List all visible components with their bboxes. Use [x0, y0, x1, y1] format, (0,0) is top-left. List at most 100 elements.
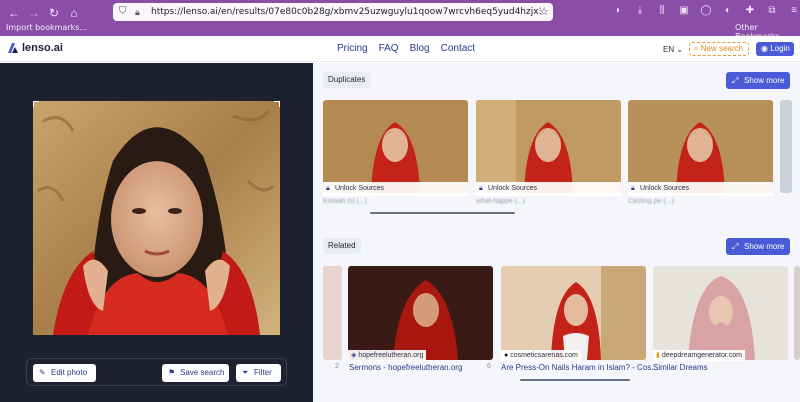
- related-thumb-partial-right[interactable]: [794, 266, 800, 360]
- duplicate-title-1: Kiswah Isl (...): [323, 198, 367, 205]
- nav-contact[interactable]: Contact: [441, 43, 475, 54]
- related-source-label-3: deepdreamgenerator.com: [661, 352, 742, 359]
- edit-photo-button[interactable]: ✎ Edit photo: [33, 364, 96, 382]
- duplicates-show-more-button[interactable]: ⤢ Show more: [726, 72, 790, 89]
- edit-photo-label: Edit photo: [51, 368, 88, 377]
- unlock-label-3: Unlock Sources: [640, 185, 690, 192]
- filter-icon: ⏷: [242, 368, 249, 377]
- lock-icon[interactable]: 🔒︎: [135, 6, 147, 18]
- lock-icon: 🔒︎: [479, 185, 483, 192]
- shield-icon[interactable]: ⛉: [119, 6, 131, 18]
- duplicates-label: Duplicates: [323, 72, 371, 88]
- bookmark-icon: ⚑: [168, 368, 176, 377]
- unlock-label-1: Unlock Sources: [335, 185, 385, 192]
- duplicate-image-1: [323, 100, 468, 193]
- related-title-3[interactable]: Similar Dreams: [653, 363, 708, 372]
- duplicate-image-2: [476, 100, 621, 193]
- login-label: Login: [770, 44, 790, 53]
- expand-icon: ⤢: [732, 242, 739, 251]
- duplicate-image-3: [628, 100, 773, 193]
- related-source-label-1: hopefreelutheran.org: [358, 352, 424, 359]
- lock-icon: 🔒︎: [631, 185, 635, 192]
- duplicates-scrollbar[interactable]: [370, 212, 515, 214]
- related-title-1[interactable]: Sermons - hopefreelutheran.org: [349, 363, 462, 372]
- search-icon: ⌕: [694, 44, 699, 53]
- related-show-more-button[interactable]: ⤢ Show more: [726, 238, 790, 255]
- related-source-2[interactable]: ● cosmeticsarenas.com: [501, 350, 581, 361]
- unlock-sources-3[interactable]: 🔒︎ Unlock Sources: [628, 182, 773, 196]
- related-source-3[interactable]: ▮ deepdreamgenerator.com: [653, 350, 745, 361]
- url-text[interactable]: https://lenso.ai/en/results/07e80c0b28g/…: [151, 7, 541, 17]
- site-favicon: ●: [504, 352, 509, 359]
- language-select[interactable]: EN ⌄: [663, 45, 683, 54]
- reload-icon[interactable]: ↻: [46, 5, 62, 21]
- duplicate-thumb-2[interactable]: [476, 100, 621, 193]
- logo-text: lenso.ai: [22, 42, 63, 54]
- related-scrollbar[interactable]: [520, 379, 630, 381]
- sidebar-icon[interactable]: ▣: [678, 5, 690, 17]
- account-icon[interactable]: ◯: [700, 5, 712, 17]
- filter-label: Filter: [254, 368, 272, 377]
- forward-icon[interactable]: →: [26, 5, 42, 21]
- browser-toolbar: ← → ↻ ⌂ ⛉ 🔒︎ https://lenso.ai/en/results…: [0, 0, 800, 41]
- related-image-1: [348, 266, 493, 360]
- query-image[interactable]: [33, 101, 280, 335]
- bookmark-star-icon[interactable]: ☆: [539, 5, 549, 18]
- nav-pricing[interactable]: Pricing: [337, 43, 368, 54]
- related-image-3: [653, 266, 788, 360]
- login-button[interactable]: ◉ Login: [756, 42, 794, 56]
- home-icon[interactable]: ⌂: [66, 5, 82, 21]
- related-image-2: [501, 266, 646, 360]
- import-bookmarks-link[interactable]: Import bookmarks...: [6, 23, 87, 32]
- expand-icon: ⤢: [732, 76, 739, 85]
- lenso-logo-icon: [8, 43, 18, 53]
- duplicate-thumb-partial[interactable]: [780, 100, 792, 193]
- related-label: Related: [323, 238, 361, 254]
- screenshot-icon[interactable]: ⧉: [766, 5, 778, 17]
- related-show-more-label: Show more: [744, 242, 785, 251]
- related-title-2[interactable]: Are Press-On Nails Haram in Islam? - Cos…: [501, 363, 658, 372]
- lock-icon: 🔒︎: [326, 185, 330, 192]
- unlock-sources-1[interactable]: 🔒︎ Unlock Sources: [323, 182, 468, 196]
- nav-blog[interactable]: Blog: [410, 43, 430, 54]
- new-search-button[interactable]: ⌕ New search: [689, 42, 749, 56]
- library-icon[interactable]: ⫼: [656, 5, 668, 17]
- extensions-puzzle-icon[interactable]: ✚: [744, 5, 756, 17]
- site-favicon: ▮: [656, 352, 660, 359]
- extension-icon[interactable]: ◐: [722, 5, 734, 17]
- related-count-2: 6: [487, 363, 491, 370]
- related-thumb-1[interactable]: [348, 266, 493, 360]
- save-search-label: Save search: [180, 368, 225, 377]
- unlock-sources-2[interactable]: 🔒︎ Unlock Sources: [476, 182, 621, 196]
- related-thumb-3[interactable]: [653, 266, 788, 360]
- show-more-label: Show more: [744, 76, 785, 85]
- filter-button[interactable]: ⏷ Filter: [236, 364, 281, 382]
- logo[interactable]: lenso.ai: [8, 42, 63, 54]
- download-icon[interactable]: ⤓: [634, 5, 646, 17]
- related-count-partial: 2: [335, 363, 339, 370]
- unlock-label-2: Unlock Sources: [488, 185, 538, 192]
- duplicate-thumb-3[interactable]: [628, 100, 773, 193]
- related-source-1[interactable]: ◈ hopefreelutheran.org: [348, 350, 427, 361]
- related-source-label-2: cosmeticsarenas.com: [510, 352, 578, 359]
- user-icon: ◉: [761, 44, 768, 53]
- site-header: lenso.ai Pricing FAQ Blog Contact EN ⌄: [0, 36, 800, 62]
- duplicate-thumb-1[interactable]: [323, 100, 468, 193]
- related-thumb-partial[interactable]: [323, 266, 342, 360]
- crop-corner-tr[interactable]: [274, 101, 280, 107]
- back-icon[interactable]: ←: [6, 5, 22, 21]
- site-favicon: ◈: [351, 352, 357, 359]
- crop-corner-tl[interactable]: [33, 101, 39, 107]
- menu-icon[interactable]: ≡: [788, 5, 800, 17]
- language-value: EN: [663, 45, 675, 54]
- top-nav: Pricing FAQ Blog Contact: [337, 43, 475, 54]
- save-search-button[interactable]: ⚑ Save search: [162, 364, 229, 382]
- related-thumb-2[interactable]: [501, 266, 646, 360]
- duplicate-title-2: what-happe (...): [476, 198, 526, 205]
- pocket-icon[interactable]: ◗: [612, 5, 624, 17]
- edit-icon: ✎: [39, 368, 46, 377]
- duplicate-title-3: Casting pe (...): [628, 198, 674, 205]
- address-bar[interactable]: ⛉ 🔒︎ https://lenso.ai/en/results/07e80c0…: [113, 3, 553, 21]
- nav-faq[interactable]: FAQ: [379, 43, 399, 54]
- new-search-label: New search: [700, 44, 743, 53]
